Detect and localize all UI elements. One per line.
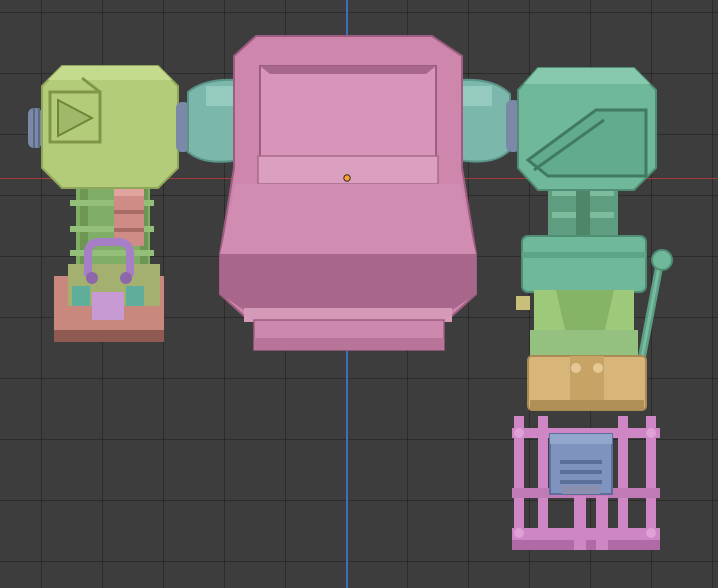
right-foot-core <box>549 433 613 495</box>
left-arm-gun <box>114 186 144 246</box>
left-shoulder-pod <box>41 65 179 189</box>
left-shoulder-joint <box>176 78 239 163</box>
left-arm-base <box>54 264 164 342</box>
left-connector-bolt <box>28 108 42 148</box>
robot-model[interactable] <box>0 0 718 588</box>
right-arm[interactable] <box>512 67 673 550</box>
right-leg-knee <box>527 355 647 411</box>
3d-viewport[interactable] <box>0 0 718 588</box>
origin-point <box>343 174 351 182</box>
right-arm-neck <box>548 184 618 240</box>
torso[interactable] <box>219 35 477 351</box>
right-arm-body <box>516 235 647 356</box>
right-shoulder-pod <box>517 67 657 191</box>
right-shoulder-joint <box>459 78 520 163</box>
left-arm[interactable] <box>28 65 179 342</box>
